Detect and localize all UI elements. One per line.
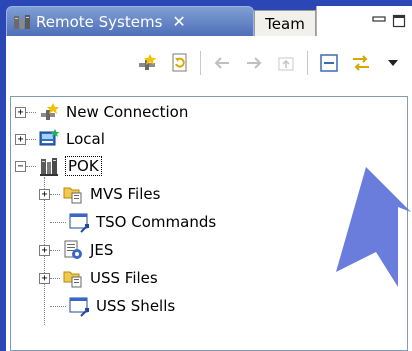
tree-item-pok[interactable]: − POK: [15, 153, 102, 179]
tree-connector: [26, 165, 36, 167]
collapse-all-icon: [320, 54, 338, 72]
close-icon[interactable]: ✕: [172, 12, 185, 31]
tree-item-jes[interactable]: + JES: [39, 237, 113, 263]
tree-item-tso-commands[interactable]: TSO Commands: [39, 209, 216, 235]
view-menu-button[interactable]: [382, 52, 404, 74]
tab-team[interactable]: Team: [254, 10, 316, 36]
new-connection-icon: [139, 54, 156, 70]
mvs-files-icon: [63, 187, 82, 204]
tree-item-uss-files[interactable]: + USS Files: [39, 265, 158, 291]
go-up-icon: [278, 57, 294, 71]
local-system-icon: [39, 129, 60, 146]
tree-connector: [26, 111, 36, 113]
uss-shells-icon: [69, 297, 89, 317]
tree-connector: [50, 305, 66, 307]
pointer-arrow-shape: [336, 167, 411, 287]
remote-systems-tree[interactable]: + New Connection + Local − POK + MVS Fil…: [10, 96, 411, 351]
tab-strip: Remote Systems ✕ Team: [6, 6, 412, 36]
tree-item-local[interactable]: + Local: [15, 126, 105, 152]
up-button[interactable]: [275, 52, 297, 74]
back-arrow-icon: [214, 57, 229, 69]
tree-item-mvs-files[interactable]: + MVS Files: [39, 181, 160, 207]
expand-toggle[interactable]: +: [39, 272, 50, 284]
view-controls: [316, 6, 412, 36]
tso-commands-icon: [69, 213, 89, 233]
tree-item-new-connection[interactable]: + New Connection: [15, 99, 188, 125]
back-button[interactable]: [211, 52, 233, 74]
tab-team-label: Team: [265, 14, 305, 33]
tree-item-uss-shells[interactable]: USS Shells: [39, 293, 175, 319]
tree-item-label: POK: [65, 156, 102, 176]
new-connection-button[interactable]: [136, 52, 158, 74]
toolbar-separator: [200, 51, 201, 75]
tab-remote-systems[interactable]: Remote Systems ✕: [6, 6, 254, 36]
minimize-icon[interactable]: [372, 14, 386, 28]
tree-item-label: USS Files: [90, 269, 158, 287]
tree-item-label: USS Shells: [96, 297, 176, 315]
tree-item-label: New Connection: [66, 103, 189, 121]
tree-connector: [50, 277, 60, 279]
tree-connector: [50, 249, 60, 251]
refresh-icon: [172, 53, 187, 72]
jes-icon: [64, 240, 82, 259]
uss-files-icon: [63, 271, 82, 288]
collapse-toggle[interactable]: −: [15, 160, 26, 172]
expand-toggle[interactable]: +: [39, 244, 50, 256]
chevron-down-icon: [388, 60, 398, 66]
maximize-icon[interactable]: [392, 14, 406, 28]
forward-button[interactable]: [243, 52, 265, 74]
tree-item-label: JES: [90, 241, 114, 259]
tree-connector: [50, 193, 60, 195]
expand-toggle[interactable]: +: [39, 188, 50, 200]
tree-frame: + New Connection + Local − POK + MVS Fil…: [6, 90, 412, 351]
mainframe-system-icon: [40, 158, 58, 176]
expand-toggle[interactable]: +: [15, 133, 26, 145]
forward-arrow-icon: [247, 57, 262, 69]
tab-remote-systems-label: Remote Systems: [36, 12, 163, 31]
tree-item-label: Local: [66, 130, 105, 148]
link-sync-icon: [353, 55, 369, 71]
remote-systems-icon: [14, 14, 30, 29]
expand-toggle[interactable]: +: [15, 106, 26, 118]
collapse-all-button[interactable]: [318, 52, 340, 74]
link-with-editor-button[interactable]: [350, 52, 372, 74]
remote-systems-view: Remote Systems ✕ Team + New Connection +…: [0, 0, 412, 351]
tree-connector: [26, 138, 36, 140]
tree-item-label: TSO Commands: [96, 213, 217, 231]
refresh-button[interactable]: [168, 52, 190, 74]
tree-connector: [50, 221, 66, 223]
new-connection-icon: [41, 103, 59, 120]
view-toolbar: [6, 36, 412, 90]
tree-item-label: MVS Files: [90, 185, 161, 203]
toolbar-separator-2: [307, 51, 308, 75]
